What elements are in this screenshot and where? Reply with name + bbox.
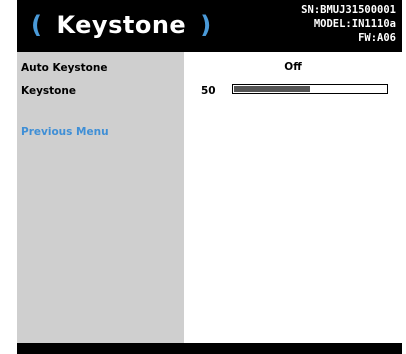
title-open-paren: (	[31, 11, 43, 39]
title-close-paren: )	[200, 11, 212, 39]
menu-item-keystone[interactable]: Keystone	[21, 85, 76, 97]
osd-header: ( Keystone ) SN:BMUJ31500001 MODEL:IN111…	[17, 0, 402, 52]
keystone-slider[interactable]	[232, 84, 388, 94]
keystone-slider-fill	[234, 86, 310, 92]
menu-item-auto-keystone[interactable]: Auto Keystone	[21, 62, 108, 74]
model-number: MODEL:IN1110a	[313, 18, 396, 30]
keystone-value: 50	[201, 85, 216, 97]
page-title: ( Keystone )	[31, 7, 212, 43]
osd-menu-window: ( Keystone ) SN:BMUJ31500001 MODEL:IN111…	[17, 0, 402, 354]
title-text: Keystone	[56, 11, 187, 39]
previous-menu-link[interactable]: Previous Menu	[21, 126, 109, 138]
firmware-version: FW:A06	[358, 32, 396, 44]
auto-keystone-value[interactable]: Off	[184, 61, 402, 73]
menu-value-panel: Off 50	[184, 52, 402, 343]
device-info: SN:BMUJ31500001 MODEL:IN1110a FW:A06	[301, 3, 396, 45]
menu-item-panel: Auto Keystone Keystone Previous Menu	[17, 52, 184, 343]
serial-number: SN:BMUJ31500001	[301, 4, 396, 16]
